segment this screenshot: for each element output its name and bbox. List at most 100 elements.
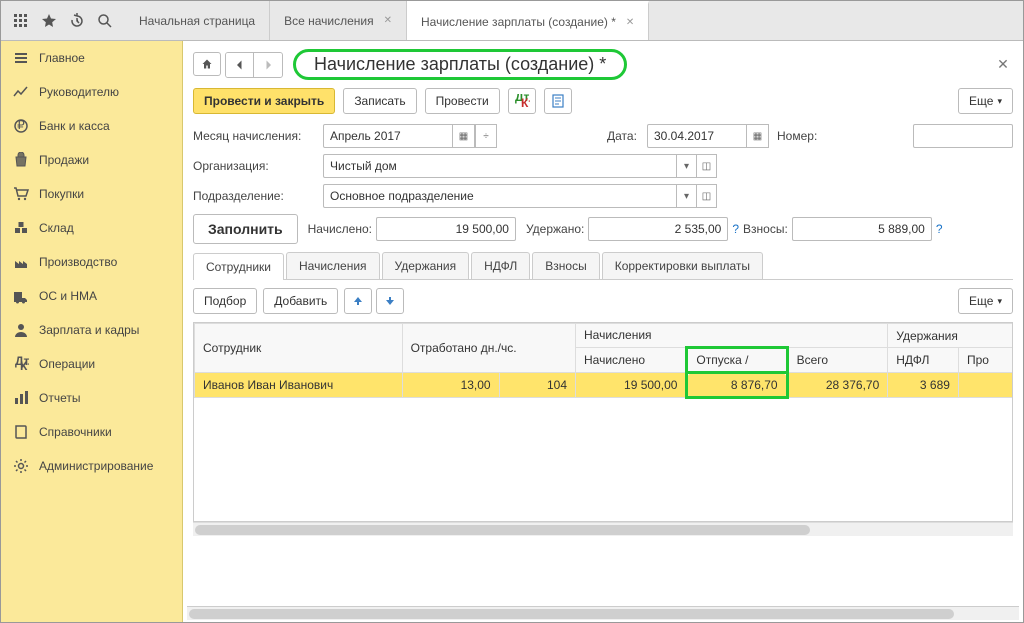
cell-vacation: 8 876,70 xyxy=(687,373,787,398)
sidebar-item-sales[interactable]: Продажи xyxy=(1,143,182,177)
open-icon[interactable]: ◫ xyxy=(697,154,717,178)
cell-accrued: 19 500,00 xyxy=(576,373,687,398)
tab-contributions[interactable]: Взносы xyxy=(532,252,599,279)
tab-corrections[interactable]: Корректировки выплаты xyxy=(602,252,763,279)
withheld-input[interactable] xyxy=(588,217,728,241)
sidebar-item-bank[interactable]: ₽Банк и касса xyxy=(1,109,182,143)
help-link[interactable]: ? xyxy=(732,222,739,236)
post-and-close-button[interactable]: Провести и закрыть xyxy=(193,88,335,114)
sidebar-item-purchases[interactable]: Покупки xyxy=(1,177,182,211)
sidebar-item-payroll[interactable]: Зарплата и кадры xyxy=(1,313,182,347)
sidebar-item-assets[interactable]: ОС и НМА xyxy=(1,279,182,313)
contrib-input[interactable] xyxy=(792,217,932,241)
cart-icon xyxy=(11,184,31,204)
dropdown-icon[interactable]: ▾ xyxy=(677,154,697,178)
main-content: Начисление зарплаты (создание) * ✕ Прове… xyxy=(183,41,1023,622)
month-input[interactable] xyxy=(323,124,453,148)
sidebar-item-admin[interactable]: Администрирование xyxy=(1,449,182,483)
more-button[interactable]: Еще xyxy=(958,288,1013,314)
number-input[interactable] xyxy=(913,124,1013,148)
search-icon[interactable] xyxy=(91,7,119,35)
history-icon[interactable] xyxy=(63,7,91,35)
withheld-label: Удержано: xyxy=(526,222,584,236)
report-button[interactable] xyxy=(544,88,572,114)
dtkt-button[interactable]: ДтКт xyxy=(508,88,536,114)
th-ndfl[interactable]: НДФЛ xyxy=(888,348,959,373)
person-icon xyxy=(11,320,31,340)
date-label: Дата: xyxy=(607,129,647,143)
sidebar-item-main[interactable]: Главное xyxy=(1,41,182,75)
org-input[interactable] xyxy=(323,154,677,178)
chart-icon xyxy=(11,82,31,102)
add-button[interactable]: Добавить xyxy=(263,288,338,314)
open-icon[interactable]: ◫ xyxy=(697,184,717,208)
month-label: Месяц начисления: xyxy=(193,129,323,143)
star-icon[interactable] xyxy=(35,7,63,35)
cell-ndfl: 3 689 xyxy=(888,373,959,398)
cell-employee: Иванов Иван Иванович xyxy=(195,373,403,398)
dept-input[interactable] xyxy=(323,184,677,208)
truck-icon xyxy=(11,286,31,306)
org-label: Организация: xyxy=(193,159,323,173)
accrued-input[interactable] xyxy=(376,217,516,241)
close-icon[interactable]: ✕ xyxy=(384,15,392,26)
save-button[interactable]: Записать xyxy=(343,88,416,114)
close-icon[interactable]: ✕ xyxy=(626,17,634,28)
menu-icon xyxy=(11,48,31,68)
table-row[interactable]: Иванов Иван Иванович 13,00 104 19 500,00… xyxy=(195,373,1014,398)
sidebar-item-production[interactable]: Производство xyxy=(1,245,182,279)
th-total[interactable]: Всего xyxy=(787,348,888,373)
table-scrollbar[interactable] xyxy=(193,522,1013,536)
svg-text:Кт: Кт xyxy=(20,359,29,372)
date-input[interactable] xyxy=(647,124,747,148)
sidebar-item-manager[interactable]: Руководителю xyxy=(1,75,182,109)
th-accrued[interactable]: Начислено xyxy=(576,348,687,373)
sidebar-item-reports[interactable]: Отчеты xyxy=(1,381,182,415)
tab-home[interactable]: Начальная страница xyxy=(125,1,270,40)
tab-payroll-create[interactable]: Начисление зарплаты (создание) *✕ xyxy=(407,1,649,40)
sidebar: Главное Руководителю ₽Банк и касса Прода… xyxy=(1,41,183,622)
help-link[interactable]: ? xyxy=(936,222,943,236)
calendar-icon[interactable]: ▦ xyxy=(453,124,475,148)
tab-ndfl[interactable]: НДФЛ xyxy=(471,252,530,279)
th-employee[interactable]: Сотрудник xyxy=(195,324,403,373)
apps-icon[interactable] xyxy=(7,7,35,35)
move-down-button[interactable] xyxy=(376,288,404,314)
close-icon[interactable]: ✕ xyxy=(993,55,1013,75)
th-withholdings[interactable]: Удержания xyxy=(888,324,1013,348)
back-button[interactable] xyxy=(226,53,254,77)
accrued-label: Начислено: xyxy=(308,222,372,236)
cell-days: 13,00 xyxy=(402,373,499,398)
forward-button[interactable] xyxy=(254,53,282,77)
tab-withholdings[interactable]: Удержания xyxy=(382,252,470,279)
th-other[interactable]: Про xyxy=(958,348,1013,373)
home-button[interactable] xyxy=(193,52,221,76)
tab-accruals[interactable]: Начисления xyxy=(286,252,380,279)
employees-table[interactable]: Сотрудник Отработано дн./чс. Начисления … xyxy=(193,322,1013,522)
sidebar-item-catalogs[interactable]: Справочники xyxy=(1,415,182,449)
pick-button[interactable]: Подбор xyxy=(193,288,257,314)
bag-icon xyxy=(11,150,31,170)
tab-all-accruals[interactable]: Все начисления✕ xyxy=(270,1,407,40)
main-scrollbar[interactable] xyxy=(187,606,1019,620)
post-button[interactable]: Провести xyxy=(425,88,500,114)
cell-hours: 104 xyxy=(499,373,575,398)
gear-icon xyxy=(11,456,31,476)
calendar-icon[interactable]: ▦ xyxy=(747,124,769,148)
svg-text:₽: ₽ xyxy=(17,118,25,132)
tab-employees[interactable]: Сотрудники xyxy=(193,253,284,280)
more-button[interactable]: Еще xyxy=(958,88,1013,114)
th-vacation[interactable]: Отпуска / xyxy=(687,348,787,373)
cell-other xyxy=(958,373,1013,398)
sidebar-item-warehouse[interactable]: Склад xyxy=(1,211,182,245)
fill-button[interactable]: Заполнить xyxy=(193,214,298,244)
factory-icon xyxy=(11,252,31,272)
dropdown-icon[interactable]: ▾ xyxy=(677,184,697,208)
th-accruals[interactable]: Начисления xyxy=(576,324,888,348)
sidebar-item-operations[interactable]: ДтКтОперации xyxy=(1,347,182,381)
move-up-button[interactable] xyxy=(344,288,372,314)
spin-icon[interactable]: ÷ xyxy=(475,124,497,148)
top-toolbar: Начальная страница Все начисления✕ Начис… xyxy=(1,1,1023,41)
th-worked[interactable]: Отработано дн./чс. xyxy=(402,324,575,373)
page-title: Начисление зарплаты (создание) * xyxy=(293,49,627,80)
